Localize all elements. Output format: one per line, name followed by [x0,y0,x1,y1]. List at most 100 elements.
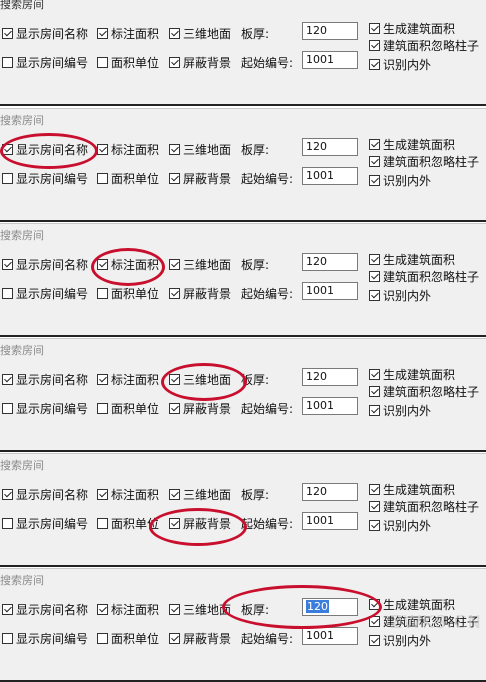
mask-background-checkbox[interactable]: 屏蔽背景 [169,170,231,187]
show-room-name-checkbox[interactable]: 显示房间名称 [2,256,88,273]
divider [0,453,486,454]
divider [0,565,486,567]
checkbox-label: 识别内外 [383,404,432,418]
checkbox-checked-icon [2,144,13,155]
thickness-input[interactable]: 120 [302,22,358,40]
show-room-name-checkbox[interactable]: 显示房间名称 [2,486,88,503]
generate-building-area-checkbox[interactable]: 生成建筑面积 [369,20,455,37]
start-number-input[interactable]: 1001 [302,627,358,645]
3d-ground-checkbox[interactable]: 三维地面 [169,601,231,618]
checkbox-unchecked-icon [2,288,13,299]
checkbox-label: 显示房间名称 [16,603,89,617]
mask-background-checkbox[interactable]: 屏蔽背景 [169,400,231,417]
checkbox-checked-icon [369,139,380,150]
building-area-ignore-column-checkbox[interactable]: 建筑面积忽略柱子 [369,37,479,54]
start-number-value: 1001 [306,629,334,642]
mask-background-checkbox[interactable]: 屏蔽背景 [169,515,231,532]
area-unit-checkbox[interactable]: 面积单位 [97,400,159,417]
thickness-input[interactable]: 120 [302,368,358,386]
start-number-input[interactable]: 1001 [302,512,358,530]
room-search-panel: 搜索房间 显示房间名称 标注面积 三维地面 板厚: 120 显示房间编号 面积单… [0,0,486,106]
generate-building-area-checkbox[interactable]: 生成建筑面积 [369,251,455,268]
building-area-ignore-column-checkbox[interactable]: 建筑面积忽略柱子 [369,383,479,400]
mask-background-checkbox[interactable]: 屏蔽背景 [169,630,231,647]
thickness-label: 板厚: [241,143,270,157]
show-room-name-checkbox[interactable]: 显示房间名称 [2,25,88,42]
show-room-number-checkbox[interactable]: 显示房间编号 [2,285,88,302]
room-search-panel: 搜索房间 显示房间名称 标注面积 三维地面 板厚: 120 显示房间编号 面积单… [0,108,486,222]
area-unit-checkbox[interactable]: 面积单位 [97,170,159,187]
show-room-number-checkbox[interactable]: 显示房间编号 [2,170,88,187]
mark-area-checkbox[interactable]: 标注面积 [97,601,159,618]
start-number-label: 起始编号: [241,517,294,531]
thickness-input[interactable]: 120 [302,138,358,156]
checkbox-unchecked-icon [97,173,108,184]
3d-ground-checkbox[interactable]: 三维地面 [169,256,231,273]
mark-area-checkbox[interactable]: 标注面积 [97,25,159,42]
checkbox-label: 三维地面 [183,143,232,157]
generate-building-area-checkbox[interactable]: 生成建筑面积 [369,136,455,153]
start-number-input[interactable]: 1001 [302,282,358,300]
checkbox-label: 面积单位 [111,56,160,70]
checkbox-checked-icon [369,635,380,646]
3d-ground-checkbox[interactable]: 三维地面 [169,371,231,388]
checkbox-checked-icon [169,604,180,615]
3d-ground-checkbox[interactable]: 三维地面 [169,141,231,158]
identify-inside-outside-checkbox[interactable]: 识别内外 [369,517,431,534]
show-room-name-checkbox[interactable]: 显示房间名称 [2,601,88,618]
area-unit-checkbox[interactable]: 面积单位 [97,515,159,532]
start-number-label: 起始编号: [241,287,294,301]
identify-inside-outside-checkbox[interactable]: 识别内外 [369,632,431,649]
checkbox-checked-icon [2,604,13,615]
generate-building-area-checkbox[interactable]: 生成建筑面积 [369,596,455,613]
show-room-number-checkbox[interactable]: 显示房间编号 [2,54,88,71]
start-number-input[interactable]: 1001 [302,397,358,415]
start-number-input[interactable]: 1001 [302,167,358,185]
area-unit-checkbox[interactable]: 面积单位 [97,630,159,647]
building-area-ignore-column-checkbox[interactable]: 建筑面积忽略柱子 [369,268,479,285]
checkbox-label: 显示房间编号 [16,632,89,646]
thickness-input[interactable]: 120 [302,483,358,501]
3d-ground-checkbox[interactable]: 三维地面 [169,486,231,503]
building-area-ignore-column-checkbox[interactable]: 建筑面积忽略柱子 [369,153,479,170]
mark-area-checkbox[interactable]: 标注面积 [97,486,159,503]
area-unit-checkbox[interactable]: 面积单位 [97,285,159,302]
thickness-input[interactable]: 120 [302,253,358,271]
checkbox-unchecked-icon [2,403,13,414]
identify-inside-outside-checkbox[interactable]: 识别内外 [369,402,431,419]
checkbox-label: 屏蔽背景 [183,287,232,301]
identify-inside-outside-checkbox[interactable]: 识别内外 [369,56,431,73]
mark-area-checkbox[interactable]: 标注面积 [97,371,159,388]
start-number-value: 1001 [306,53,334,66]
mark-area-checkbox[interactable]: 标注面积 [97,141,159,158]
building-area-ignore-column-checkbox[interactable]: 建筑面积忽略柱子 [369,498,479,515]
mark-area-checkbox[interactable]: 标注面积 [97,256,159,273]
mask-background-checkbox[interactable]: 屏蔽背景 [169,54,231,71]
show-room-number-checkbox[interactable]: 显示房间编号 [2,630,88,647]
start-number-value: 1001 [306,399,334,412]
generate-building-area-checkbox[interactable]: 生成建筑面积 [369,481,455,498]
identify-inside-outside-checkbox[interactable]: 识别内外 [369,172,431,189]
identify-inside-outside-checkbox[interactable]: 识别内外 [369,287,431,304]
show-room-number-checkbox[interactable]: 显示房间编号 [2,400,88,417]
checkbox-checked-icon [97,604,108,615]
checkbox-unchecked-icon [2,518,13,529]
thickness-input[interactable]: 120 [302,598,358,616]
panel-title: 搜索房间 [0,459,44,472]
checkbox-label: 三维地面 [183,258,232,272]
show-room-number-checkbox[interactable]: 显示房间编号 [2,515,88,532]
generate-building-area-checkbox[interactable]: 生成建筑面积 [369,366,455,383]
show-room-name-checkbox[interactable]: 显示房间名称 [2,141,88,158]
area-unit-checkbox[interactable]: 面积单位 [97,54,159,71]
show-room-name-checkbox[interactable]: 显示房间名称 [2,371,88,388]
checkbox-label: 面积单位 [111,402,160,416]
divider [0,338,486,339]
checkbox-label: 生成建筑面积 [383,368,456,382]
checkbox-label: 识别内外 [383,58,432,72]
start-number-input[interactable]: 1001 [302,51,358,69]
checkbox-checked-icon [369,59,380,70]
checkbox-checked-icon [97,374,108,385]
mask-background-checkbox[interactable]: 屏蔽背景 [169,285,231,302]
thickness-label: 板厚: [241,258,270,272]
3d-ground-checkbox[interactable]: 三维地面 [169,25,231,42]
